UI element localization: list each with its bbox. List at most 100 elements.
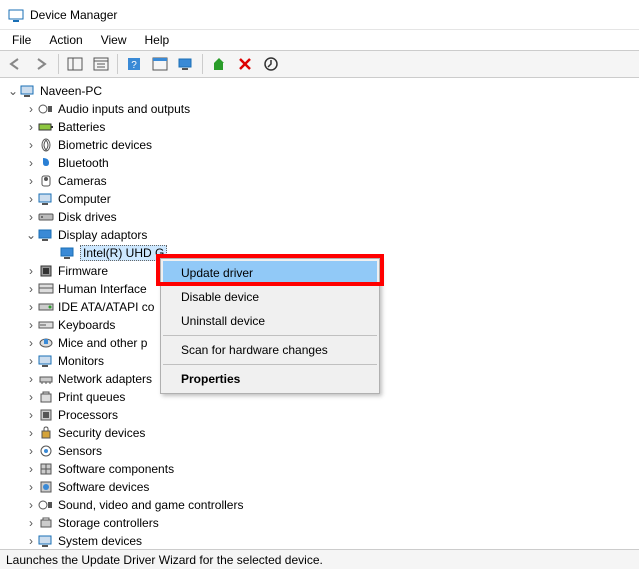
update-driver-button[interactable] bbox=[259, 53, 283, 75]
category-label: Security devices bbox=[58, 426, 145, 440]
action-menu-button[interactable] bbox=[148, 53, 172, 75]
context-menu: Update driver Disable device Uninstall d… bbox=[160, 258, 380, 394]
ctx-separator bbox=[163, 335, 377, 336]
category-label: Biometric devices bbox=[58, 138, 152, 152]
expander-icon[interactable]: › bbox=[24, 408, 38, 422]
menu-help[interactable]: Help bbox=[137, 31, 178, 49]
category-icon bbox=[38, 353, 54, 369]
uninstall-button[interactable] bbox=[233, 53, 257, 75]
expander-icon[interactable]: › bbox=[24, 426, 38, 440]
expander-icon[interactable]: › bbox=[24, 102, 38, 116]
toolbar: ? bbox=[0, 50, 639, 78]
status-text: Launches the Update Driver Wizard for th… bbox=[6, 553, 323, 567]
forward-button[interactable] bbox=[30, 53, 54, 75]
expander-icon[interactable]: › bbox=[24, 498, 38, 512]
category-label: Batteries bbox=[58, 120, 105, 134]
tree-category[interactable]: ›Processors bbox=[4, 406, 639, 424]
expander-icon[interactable]: › bbox=[24, 534, 38, 548]
expander-icon[interactable]: › bbox=[24, 192, 38, 206]
category-icon bbox=[38, 281, 54, 297]
display-adapter-icon bbox=[60, 245, 76, 261]
tree-category[interactable]: ›Bluetooth bbox=[4, 154, 639, 172]
tree-category[interactable]: › Audio inputs and outputs bbox=[4, 100, 639, 118]
scan-button[interactable] bbox=[174, 53, 198, 75]
tree-category[interactable]: ›System devices bbox=[4, 532, 639, 549]
tree-category[interactable]: › Biometric devices bbox=[4, 136, 639, 154]
ctx-uninstall-device[interactable]: Uninstall device bbox=[163, 309, 377, 333]
category-label: Keyboards bbox=[58, 318, 115, 332]
expander-icon[interactable]: › bbox=[24, 444, 38, 458]
category-label: IDE ATA/ATAPI co bbox=[58, 300, 154, 314]
category-icon bbox=[38, 119, 54, 135]
category-icon bbox=[38, 263, 54, 279]
expander-icon[interactable]: › bbox=[24, 174, 38, 188]
tree-category[interactable]: ⌄Display adaptors bbox=[4, 226, 639, 244]
category-icon bbox=[38, 227, 54, 243]
add-legacy-button[interactable] bbox=[207, 53, 231, 75]
expander-icon[interactable]: › bbox=[24, 156, 38, 170]
expander-icon[interactable]: › bbox=[24, 138, 38, 152]
category-icon bbox=[38, 443, 54, 459]
category-icon bbox=[38, 335, 54, 351]
tree-category[interactable]: › Sound, video and game controllers bbox=[4, 496, 639, 514]
toolbar-separator bbox=[58, 54, 59, 74]
category-icon bbox=[38, 209, 54, 225]
category-icon bbox=[38, 317, 54, 333]
properties-button[interactable] bbox=[89, 53, 113, 75]
menu-action[interactable]: Action bbox=[41, 31, 90, 49]
help-button[interactable]: ? bbox=[122, 53, 146, 75]
expander-icon[interactable]: › bbox=[24, 336, 38, 350]
category-label: Firmware bbox=[58, 264, 108, 278]
window-title: Device Manager bbox=[30, 8, 117, 22]
expander-icon[interactable]: › bbox=[24, 318, 38, 332]
category-icon bbox=[38, 497, 54, 513]
back-button[interactable] bbox=[4, 53, 28, 75]
category-icon bbox=[38, 533, 54, 549]
ctx-disable-device[interactable]: Disable device bbox=[163, 285, 377, 309]
tree-category[interactable]: ›Computer bbox=[4, 190, 639, 208]
menu-view[interactable]: View bbox=[93, 31, 135, 49]
tree-category[interactable]: › Disk drives bbox=[4, 208, 639, 226]
menubar: File Action View Help bbox=[0, 30, 639, 50]
category-label: Print queues bbox=[58, 390, 125, 404]
expander-icon[interactable]: › bbox=[24, 462, 38, 476]
expander-icon[interactable]: ⌄ bbox=[24, 228, 38, 242]
category-icon bbox=[38, 137, 54, 153]
category-icon bbox=[38, 155, 54, 171]
category-label: Disk drives bbox=[58, 210, 117, 224]
menu-file[interactable]: File bbox=[4, 31, 39, 49]
show-hide-tree-button[interactable] bbox=[63, 53, 87, 75]
device-label: Intel(R) UHD G bbox=[80, 245, 167, 261]
tree-category[interactable]: › Security devices bbox=[4, 424, 639, 442]
statusbar: Launches the Update Driver Wizard for th… bbox=[0, 549, 639, 569]
device-manager-icon bbox=[8, 7, 24, 23]
expander-icon[interactable]: ⌄ bbox=[6, 84, 20, 98]
expander-icon[interactable]: › bbox=[24, 516, 38, 530]
tree-category[interactable]: ›Software components bbox=[4, 460, 639, 478]
root-label: Naveen-PC bbox=[40, 84, 102, 98]
toolbar-separator bbox=[117, 54, 118, 74]
expander-icon[interactable]: › bbox=[24, 300, 38, 314]
tree-category[interactable]: › Batteries bbox=[4, 118, 639, 136]
ctx-scan-hardware[interactable]: Scan for hardware changes bbox=[163, 338, 377, 362]
tree-category[interactable]: ›Sensors bbox=[4, 442, 639, 460]
expander-icon[interactable]: › bbox=[24, 480, 38, 494]
ctx-update-driver[interactable]: Update driver bbox=[163, 261, 377, 285]
ctx-separator bbox=[163, 364, 377, 365]
expander-icon[interactable]: › bbox=[24, 264, 38, 278]
ctx-properties[interactable]: Properties bbox=[163, 367, 377, 391]
expander-icon[interactable]: › bbox=[24, 282, 38, 296]
expander-icon[interactable]: › bbox=[24, 210, 38, 224]
tree-root[interactable]: ⌄ Naveen-PC bbox=[4, 82, 639, 100]
expander-icon[interactable]: › bbox=[24, 372, 38, 386]
expander-icon[interactable]: › bbox=[24, 354, 38, 368]
category-label: Sound, video and game controllers bbox=[58, 498, 243, 512]
tree-category[interactable]: ›Storage controllers bbox=[4, 514, 639, 532]
expander-icon[interactable]: › bbox=[24, 390, 38, 404]
category-label: Software devices bbox=[58, 480, 149, 494]
expander-icon[interactable]: › bbox=[24, 120, 38, 134]
tree-category[interactable]: ›Cameras bbox=[4, 172, 639, 190]
category-icon bbox=[38, 191, 54, 207]
tree-category[interactable]: › Software devices bbox=[4, 478, 639, 496]
category-label: Audio inputs and outputs bbox=[58, 102, 190, 116]
